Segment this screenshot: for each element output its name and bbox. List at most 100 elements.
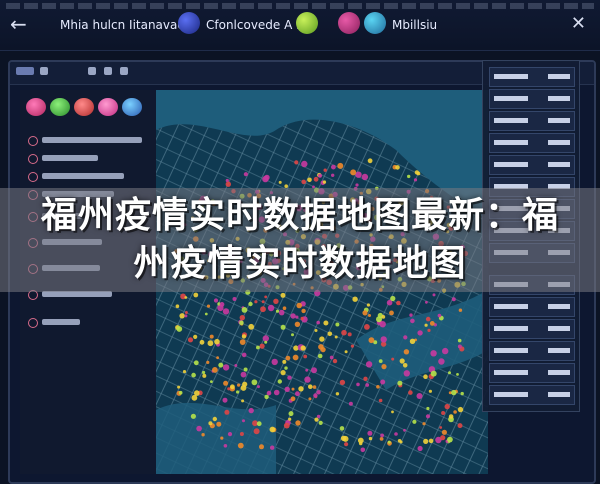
case-marker <box>367 430 373 436</box>
stats-row[interactable] <box>489 385 575 405</box>
case-marker <box>426 406 430 411</box>
case-marker <box>379 321 386 328</box>
case-marker <box>227 387 231 391</box>
sidebar-item[interactable] <box>28 170 148 182</box>
close-icon[interactable]: ✕ <box>571 14 586 34</box>
case-marker <box>280 324 286 330</box>
case-marker <box>319 336 325 342</box>
filter-pill-green[interactable] <box>50 98 70 116</box>
case-marker <box>184 314 188 318</box>
sidebar-item[interactable] <box>28 316 148 328</box>
case-marker <box>440 435 446 441</box>
stats-row[interactable] <box>489 133 575 153</box>
app-logo-icon <box>16 67 34 75</box>
case-marker <box>212 367 218 373</box>
case-marker <box>395 165 400 170</box>
globe-icon-pink <box>338 12 360 34</box>
stats-row-label <box>494 326 528 331</box>
case-marker <box>308 397 312 401</box>
case-marker <box>381 364 387 370</box>
sidebar-item-icon <box>28 154 38 164</box>
sidebar-item-label <box>42 137 142 143</box>
stats-row-value <box>548 304 570 309</box>
case-marker <box>396 300 401 306</box>
case-marker <box>447 436 453 443</box>
case-marker <box>182 370 187 374</box>
sidebar-item[interactable] <box>28 152 148 164</box>
stats-row[interactable] <box>489 155 575 175</box>
case-marker <box>300 345 306 351</box>
stats-row-value <box>548 118 570 123</box>
case-marker <box>223 444 228 448</box>
case-marker <box>311 367 317 374</box>
case-marker <box>232 297 237 301</box>
toolbar-icon-a[interactable] <box>40 67 48 75</box>
case-marker <box>175 304 180 308</box>
case-marker <box>312 385 317 389</box>
globe-icon-green <box>296 12 318 34</box>
stats-row[interactable] <box>489 67 575 87</box>
tab-label-left[interactable]: Mhia hulcn Iitanavacds <box>60 18 198 32</box>
case-marker <box>290 313 296 319</box>
case-marker <box>248 407 254 414</box>
filter-pill-blue[interactable] <box>122 98 142 116</box>
case-marker <box>262 175 269 183</box>
case-marker <box>378 359 383 363</box>
case-marker <box>412 419 417 424</box>
case-marker <box>294 321 301 327</box>
stats-row[interactable] <box>489 297 575 317</box>
case-marker <box>457 344 462 349</box>
case-marker <box>216 356 219 360</box>
case-marker <box>313 393 318 398</box>
case-marker <box>220 436 224 440</box>
case-marker <box>329 355 334 360</box>
filter-pill-pink[interactable] <box>26 98 46 116</box>
case-marker <box>335 392 340 396</box>
stats-row[interactable] <box>489 319 575 339</box>
case-marker <box>285 355 291 361</box>
case-marker <box>425 300 428 304</box>
case-marker <box>271 358 278 366</box>
case-marker <box>264 340 268 344</box>
case-marker <box>423 374 428 380</box>
toolbar-icon-d[interactable] <box>120 67 128 75</box>
case-marker <box>430 350 437 357</box>
case-marker <box>322 180 327 184</box>
case-marker <box>317 353 323 359</box>
stats-row-label <box>494 118 528 123</box>
stats-row[interactable] <box>489 341 575 361</box>
case-marker <box>230 384 235 390</box>
case-marker <box>298 386 304 392</box>
case-marker <box>314 329 318 332</box>
case-marker <box>240 371 247 378</box>
stats-row[interactable] <box>489 363 575 383</box>
case-marker <box>409 338 416 344</box>
top-status-strip <box>6 3 594 9</box>
back-arrow-icon[interactable]: ← <box>10 14 27 34</box>
case-marker <box>380 433 384 438</box>
case-marker <box>417 330 423 336</box>
stats-row-label <box>494 96 528 101</box>
globe-icon-blue <box>178 12 200 34</box>
filter-pill-magenta[interactable] <box>98 98 118 116</box>
case-marker <box>236 390 240 394</box>
case-marker <box>448 414 454 419</box>
filter-pill-red[interactable] <box>74 98 94 116</box>
case-marker <box>457 423 463 429</box>
sidebar-item[interactable] <box>28 134 148 146</box>
tab-label-right[interactable]: Mbillsiu <box>392 18 437 32</box>
toolbar-icon-b[interactable] <box>88 67 96 75</box>
stats-row[interactable] <box>489 111 575 131</box>
sidebar-item-label <box>42 173 124 179</box>
case-marker <box>423 438 429 444</box>
stats-row-label <box>494 162 528 167</box>
case-marker <box>237 383 241 387</box>
case-marker <box>259 444 264 450</box>
case-marker <box>280 292 286 298</box>
case-marker <box>243 172 248 177</box>
case-marker <box>362 310 368 316</box>
stats-row-value <box>548 74 570 79</box>
stats-row[interactable] <box>489 89 575 109</box>
case-marker <box>437 313 442 318</box>
toolbar-icon-c[interactable] <box>104 67 112 75</box>
